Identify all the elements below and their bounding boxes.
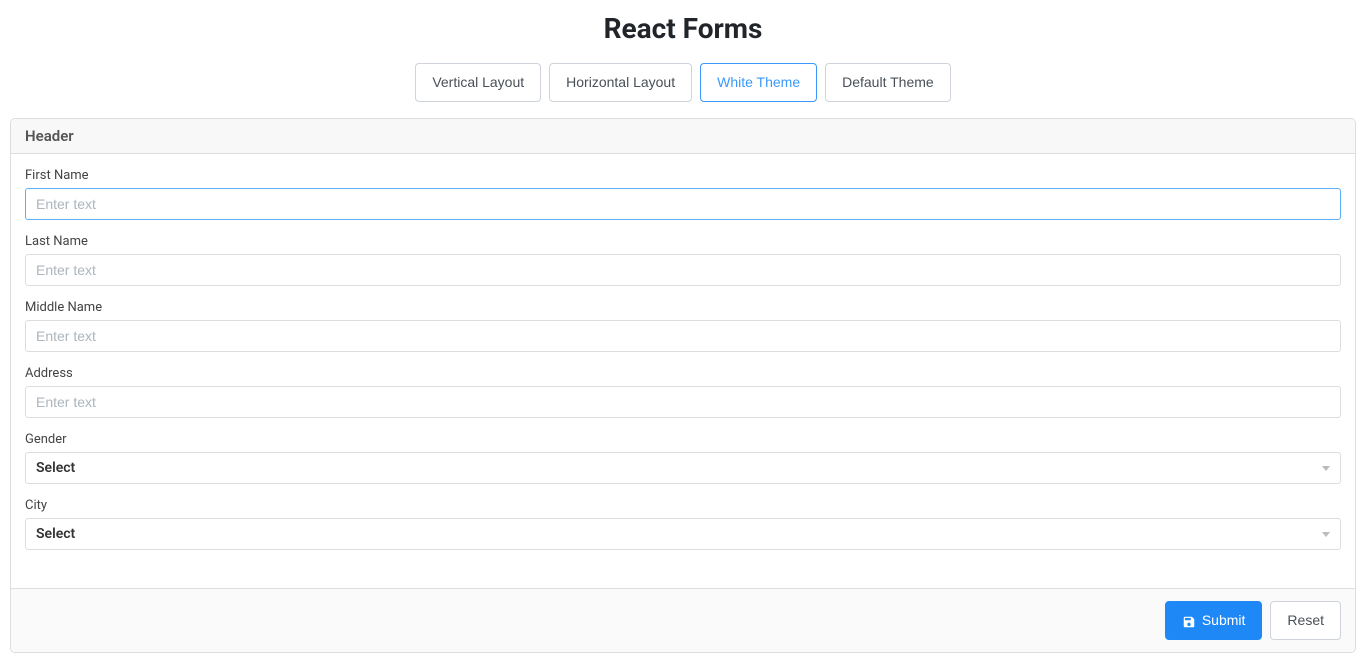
address-input[interactable]: [25, 386, 1341, 418]
city-select[interactable]: Select: [25, 518, 1341, 550]
chevron-down-icon: [1322, 466, 1330, 471]
last-name-label: Last Name: [25, 234, 1341, 249]
panel-header: Header: [11, 119, 1355, 154]
chevron-down-icon: [1322, 532, 1330, 537]
first-name-group: First Name: [25, 168, 1341, 220]
last-name-input[interactable]: [25, 254, 1341, 286]
first-name-input[interactable]: [25, 188, 1341, 220]
page-title: React Forms: [0, 12, 1366, 45]
gender-group: Gender Select: [25, 432, 1341, 484]
layout-button-group: Vertical Layout Horizontal Layout White …: [0, 63, 1366, 102]
submit-button[interactable]: Submit: [1165, 601, 1263, 640]
panel-footer: Submit Reset: [11, 588, 1355, 652]
white-theme-button[interactable]: White Theme: [700, 63, 817, 102]
city-group: City Select: [25, 498, 1341, 550]
horizontal-layout-button[interactable]: Horizontal Layout: [549, 63, 692, 102]
last-name-group: Last Name: [25, 234, 1341, 286]
vertical-layout-button[interactable]: Vertical Layout: [415, 63, 541, 102]
form-panel: Header First Name Last Name Middle Name …: [10, 118, 1356, 653]
gender-label: Gender: [25, 432, 1341, 447]
reset-button[interactable]: Reset: [1270, 601, 1341, 640]
middle-name-input[interactable]: [25, 320, 1341, 352]
gender-select-text: Select: [36, 460, 75, 476]
default-theme-button[interactable]: Default Theme: [825, 63, 951, 102]
middle-name-label: Middle Name: [25, 300, 1341, 315]
address-label: Address: [25, 366, 1341, 381]
city-label: City: [25, 498, 1341, 513]
save-icon: [1182, 614, 1196, 628]
address-group: Address: [25, 366, 1341, 418]
panel-body: First Name Last Name Middle Name Address…: [11, 154, 1355, 588]
gender-select[interactable]: Select: [25, 452, 1341, 484]
submit-button-label: Submit: [1202, 610, 1246, 631]
first-name-label: First Name: [25, 168, 1341, 183]
middle-name-group: Middle Name: [25, 300, 1341, 352]
city-select-text: Select: [36, 526, 75, 542]
